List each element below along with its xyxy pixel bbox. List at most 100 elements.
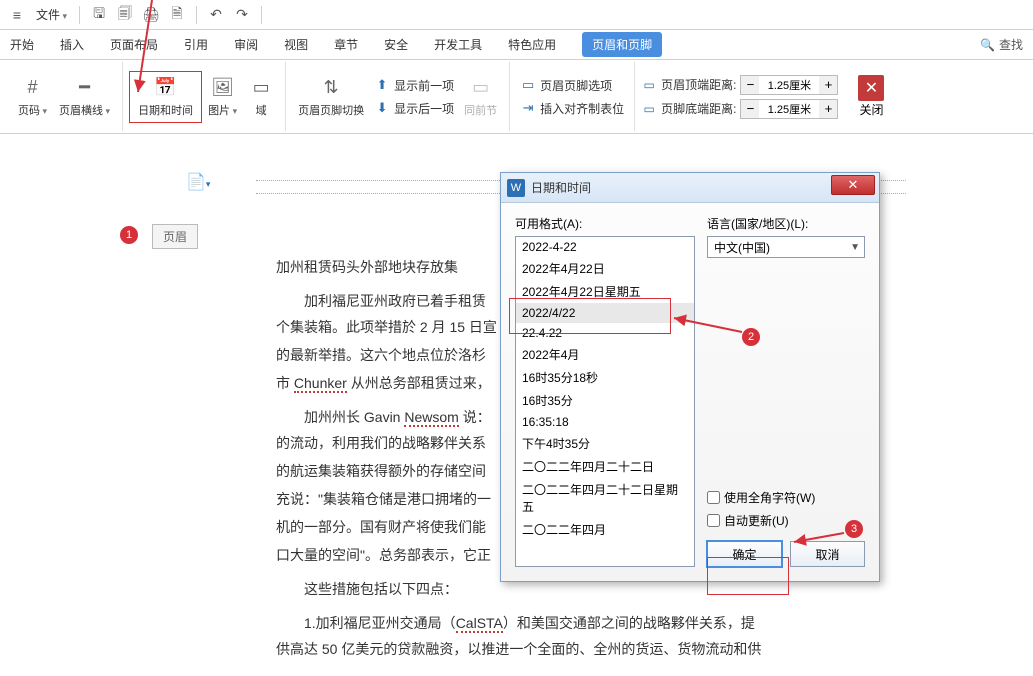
format-item[interactable]: 2022年4月22日星期五 bbox=[516, 280, 694, 303]
page-number-label: 页码 bbox=[18, 102, 47, 118]
print-icon[interactable]: 🖨 bbox=[140, 4, 162, 26]
language-select[interactable]: 中文(中国) bbox=[707, 236, 865, 258]
tab-chapter[interactable]: 章节 bbox=[334, 36, 358, 53]
next-icon: ⬇ bbox=[374, 100, 390, 116]
file-menu[interactable]: 文件 bbox=[32, 4, 71, 25]
doc-p5: 供高达 50 亿美元的贷款融资，以推进一个全面的、全州的货运、货物流动和供 bbox=[276, 636, 896, 662]
show-next-label: 显示后一项 bbox=[394, 100, 454, 117]
language-value: 中文(中国) bbox=[714, 239, 770, 256]
hf-switch-button[interactable]: ⇅ 页眉页脚切换 bbox=[292, 74, 370, 120]
tab-security[interactable]: 安全 bbox=[384, 36, 408, 53]
page-number-button[interactable]: # 页码 bbox=[12, 74, 53, 120]
print-preview-icon[interactable]: 🗎 bbox=[166, 4, 188, 26]
tab-view[interactable]: 视图 bbox=[284, 36, 308, 53]
bot-dist-input[interactable] bbox=[759, 103, 819, 115]
show-prev-button[interactable]: ⬆显示前一项 bbox=[370, 76, 458, 95]
date-time-button[interactable]: 📅 日期和时间 bbox=[129, 71, 202, 123]
dialog-title: 日期和时间 bbox=[531, 179, 591, 196]
show-next-button[interactable]: ⬇显示后一项 bbox=[370, 99, 458, 118]
autoupdate-input[interactable] bbox=[707, 514, 720, 527]
tab-reference[interactable]: 引用 bbox=[184, 36, 208, 53]
redo-icon[interactable]: ↷ bbox=[231, 4, 253, 26]
quick-access-toolbar: ≡ 文件 🖫 🗐 🖨 🗎 ↶ ↷ bbox=[0, 0, 1033, 30]
search-icon: 🔍 bbox=[980, 38, 995, 52]
annotation-badge-1: 1 bbox=[120, 226, 138, 244]
same-prev-label: 同前节 bbox=[464, 102, 497, 118]
ok-button[interactable]: 确定 bbox=[707, 541, 782, 567]
formats-list[interactable]: 2022-4-222022年4月22日2022年4月22日星期五2022/4/2… bbox=[515, 236, 695, 567]
format-item[interactable]: 2022-4-22 bbox=[516, 237, 694, 257]
format-item[interactable]: 2022年4月 bbox=[516, 343, 694, 366]
tab-special[interactable]: 特色应用 bbox=[508, 36, 556, 53]
bot-dist-plus[interactable]: + bbox=[819, 100, 837, 118]
tab-review[interactable]: 审阅 bbox=[234, 36, 258, 53]
tab-start[interactable]: 开始 bbox=[10, 36, 34, 53]
same-prev-icon: ▭ bbox=[469, 76, 493, 100]
picture-icon: 🖼 bbox=[211, 76, 235, 100]
page-icon[interactable]: 📄▾ bbox=[186, 172, 210, 192]
search-box[interactable]: 🔍 查找 bbox=[980, 36, 1023, 53]
show-prev-label: 显示前一项 bbox=[394, 77, 454, 94]
format-item[interactable]: 二〇二二年四月二十二日 bbox=[516, 455, 694, 478]
same-prev-button: ▭ 同前节 bbox=[458, 74, 503, 120]
tab-layout[interactable]: 页面布局 bbox=[110, 36, 158, 53]
picture-label: 图片 bbox=[208, 102, 237, 118]
hf-switch-label: 页眉页脚切换 bbox=[298, 102, 364, 118]
header-tag: 页眉 bbox=[152, 224, 198, 249]
top-dist-input[interactable] bbox=[759, 79, 819, 91]
format-item[interactable]: 16:35:18 bbox=[516, 412, 694, 432]
language-label: 语言(国家/地区)(L): bbox=[707, 215, 865, 232]
tab-insert[interactable]: 插入 bbox=[60, 36, 84, 53]
picture-button[interactable]: 🖼 图片 bbox=[202, 74, 243, 120]
format-item[interactable]: 2022年4月22日 bbox=[516, 257, 694, 280]
close-icon: ✕ bbox=[858, 75, 884, 101]
hf-options-label: 页眉页脚选项 bbox=[540, 77, 612, 94]
insert-align-button[interactable]: ⇥插入对齐制表位 bbox=[516, 99, 628, 118]
date-time-dialog: W 日期和时间 ✕ 可用格式(A): 2022-4-222022年4月22日20… bbox=[500, 172, 880, 582]
format-item[interactable]: 2022/4/22 bbox=[516, 303, 694, 323]
bot-dist-minus[interactable]: − bbox=[741, 100, 759, 118]
autoupdate-checkbox[interactable]: 自动更新(U) bbox=[707, 512, 865, 529]
tab-header-footer[interactable]: 页眉和页脚 bbox=[582, 32, 662, 57]
undo-icon[interactable]: ↶ bbox=[205, 4, 227, 26]
fullwidth-input[interactable] bbox=[707, 491, 720, 504]
ribbon-tabs: 开始 插入 页面布局 引用 审阅 视图 章节 安全 开发工具 特色应用 页眉和页… bbox=[0, 30, 1033, 60]
close-label: 关闭 bbox=[859, 101, 883, 118]
dialog-close-button[interactable]: ✕ bbox=[831, 175, 875, 195]
dialog-titlebar[interactable]: W 日期和时间 ✕ bbox=[501, 173, 879, 203]
date-time-label: 日期和时间 bbox=[138, 102, 193, 118]
field-icon: ▭ bbox=[249, 76, 273, 100]
format-item[interactable]: 16时35分18秒 bbox=[516, 366, 694, 389]
app-icon[interactable]: ≡ bbox=[6, 4, 28, 26]
bot-dist-label: 页脚底端距离: bbox=[661, 100, 736, 117]
tab-devtools[interactable]: 开发工具 bbox=[434, 36, 482, 53]
save-as-icon[interactable]: 🗐 bbox=[114, 4, 136, 26]
insert-align-label: 插入对齐制表位 bbox=[540, 100, 624, 117]
format-item[interactable]: 16时35分 bbox=[516, 389, 694, 412]
align-icon: ⇥ bbox=[520, 100, 536, 116]
format-item[interactable]: 二〇二二年四月 bbox=[516, 518, 694, 541]
doc-p4: 1.加利福尼亚州交通局（CalSTA）和美国交通部之间的战略夥伴关系，提 bbox=[276, 610, 896, 636]
fullwidth-checkbox[interactable]: 使用全角字符(W) bbox=[707, 489, 865, 506]
top-dist-plus[interactable]: + bbox=[819, 76, 837, 94]
bot-dist-spinner[interactable]: − + bbox=[740, 99, 838, 119]
save-icon[interactable]: 🖫 bbox=[88, 4, 110, 26]
switch-icon: ⇅ bbox=[319, 76, 343, 100]
top-dist-minus[interactable]: − bbox=[741, 76, 759, 94]
format-item[interactable]: 下午4时35分 bbox=[516, 432, 694, 455]
autoupdate-label: 自动更新(U) bbox=[724, 512, 789, 529]
cancel-button[interactable]: 取消 bbox=[790, 541, 865, 567]
header-line-label: 页眉横线 bbox=[59, 102, 110, 118]
hf-options-button[interactable]: ▭页眉页脚选项 bbox=[516, 76, 628, 95]
close-hf-button[interactable]: ✕ 关闭 bbox=[850, 71, 892, 122]
top-dist-spinner[interactable]: − + bbox=[740, 75, 838, 95]
header-line-button[interactable]: ━ 页眉横线 bbox=[53, 74, 116, 120]
field-button[interactable]: ▭ 域 bbox=[243, 74, 279, 120]
calendar-icon: 📅 bbox=[154, 76, 178, 100]
header-line-icon: ━ bbox=[73, 76, 97, 100]
format-item[interactable]: 22.4.22 bbox=[516, 323, 694, 343]
prev-icon: ⬆ bbox=[374, 77, 390, 93]
top-dist-icon: ▭ bbox=[641, 78, 657, 92]
fullwidth-label: 使用全角字符(W) bbox=[724, 489, 815, 506]
format-item[interactable]: 二〇二二年四月二十二日星期五 bbox=[516, 478, 694, 518]
